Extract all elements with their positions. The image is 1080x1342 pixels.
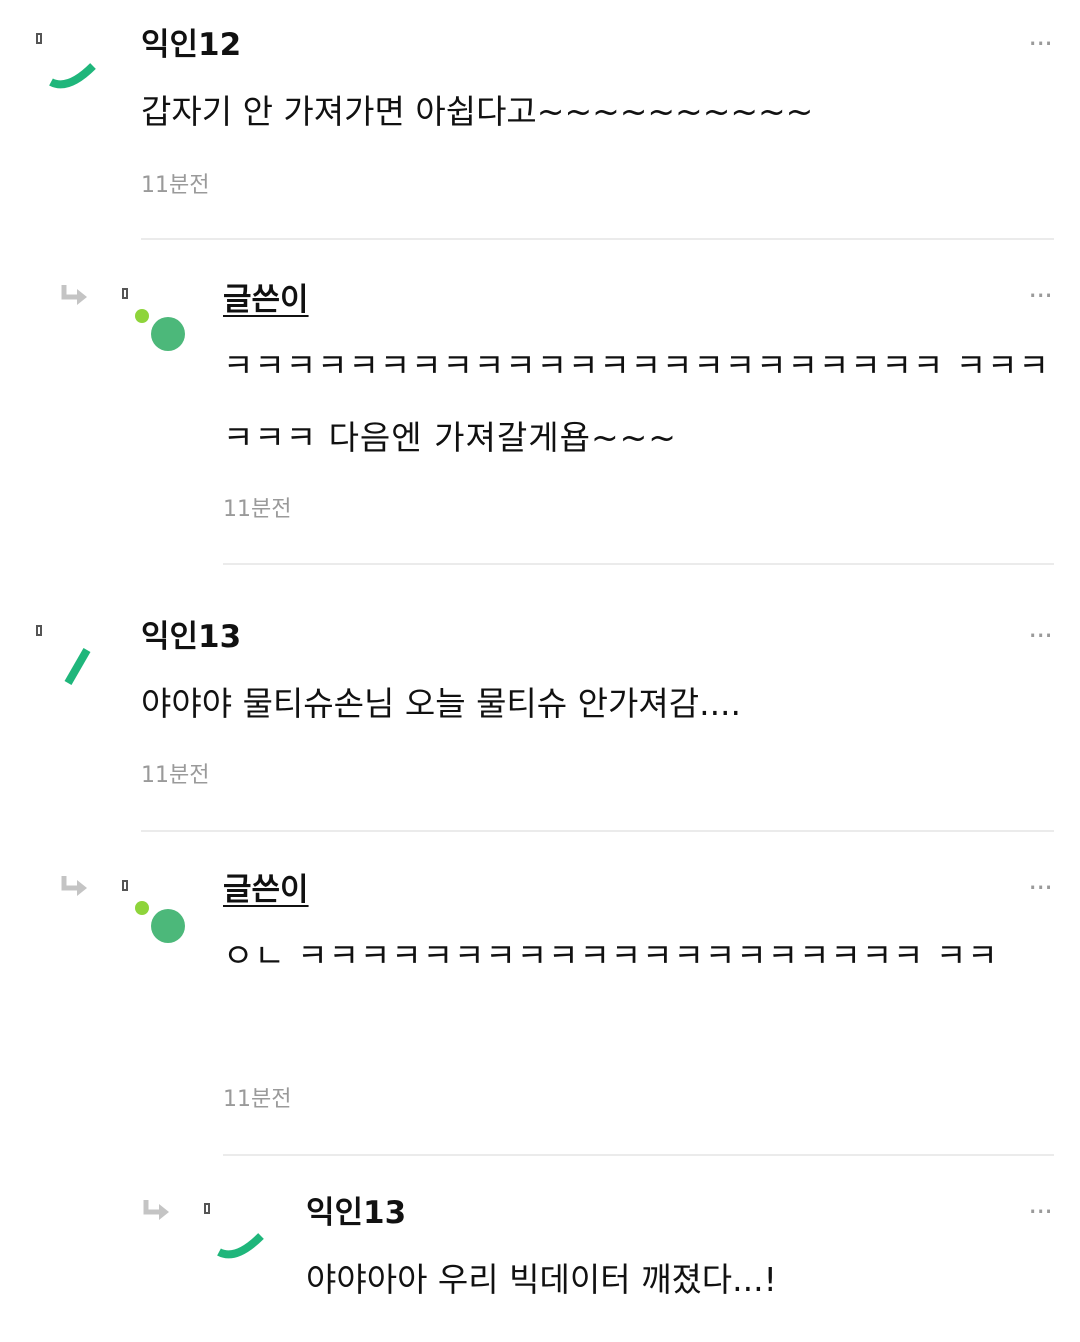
comment-time: 11분전 [223, 497, 292, 522]
comment-time: 11분전 [223, 1087, 292, 1112]
comment-time: 11분전 [141, 763, 210, 788]
more-options-icon[interactable]: ··· [1028, 874, 1053, 902]
reply-arrow-icon [143, 1200, 169, 1220]
comment-author[interactable]: 익인13 [306, 1193, 406, 1233]
reply-comment: 글쓴이 ··· ㅇㄴ ㅋㅋㅋㅋㅋㅋㅋㅋㅋㅋㅋㅋㅋㅋㅋㅋㅋㅋㅋㅋ ㅋㅋ 11분전 [0, 832, 1080, 1156]
avatar [64, 648, 91, 685]
comment: 익인12 ··· 갑자기 안 가져가면 아쉽다고~~~~~~~~~~ 11분전 [0, 0, 1080, 240]
avatar [49, 63, 96, 89]
avatar [135, 901, 185, 943]
reply-arrow-icon [61, 285, 87, 305]
comment-time: 11분전 [141, 173, 210, 198]
badge-icon [36, 33, 42, 44]
comment-author[interactable]: 글쓴이 [223, 870, 309, 910]
reply-comment: 글쓴이 ··· ㅋㅋㅋㅋㅋㅋㅋㅋㅋㅋㅋㅋㅋㅋㅋㅋㅋㅋㅋㅋㅋㅋㅋ ㅋㅋㅋㅋㅋㅋ 다… [0, 240, 1080, 565]
comment-text: 야야야 물티슈손님 오늘 물티슈 안가져감.... [141, 684, 742, 723]
more-options-icon[interactable]: ··· [1028, 282, 1053, 310]
reply-comment: 익인13 ··· 야야아아 우리 빅데이터 깨졌다...! [0, 1156, 1080, 1342]
more-options-icon[interactable]: ··· [1028, 1198, 1053, 1226]
comment: 익인13 ··· 야야야 물티슈손님 오늘 물티슈 안가져감.... 11분전 [0, 565, 1080, 832]
badge-icon [36, 625, 42, 636]
reply-arrow-icon [61, 876, 87, 896]
comment-text: 야야아아 우리 빅데이터 깨졌다...! [306, 1260, 777, 1299]
more-options-icon[interactable]: ··· [1028, 622, 1053, 650]
badge-icon [122, 288, 128, 299]
comment-author[interactable]: 익인12 [141, 25, 241, 65]
comment-author[interactable]: 글쓴이 [223, 280, 309, 320]
badge-icon [204, 1203, 210, 1214]
comment-author[interactable]: 익인13 [141, 617, 241, 657]
comment-text: ㅋㅋㅋㅋㅋㅋㅋㅋㅋㅋㅋㅋㅋㅋㅋㅋㅋㅋㅋㅋㅋㅋㅋ ㅋㅋㅋㅋㅋㅋ 다음엔 가져갈게욥… [223, 346, 1050, 457]
more-options-icon[interactable]: ··· [1028, 30, 1053, 58]
comment-text: ㅇㄴ ㅋㅋㅋㅋㅋㅋㅋㅋㅋㅋㅋㅋㅋㅋㅋㅋㅋㅋㅋㅋ ㅋㅋ [223, 936, 999, 975]
comment-text: 갑자기 안 가져가면 아쉽다고~~~~~~~~~~ [141, 92, 814, 131]
badge-icon [122, 880, 128, 891]
avatar [135, 309, 185, 351]
avatar [217, 1233, 264, 1259]
